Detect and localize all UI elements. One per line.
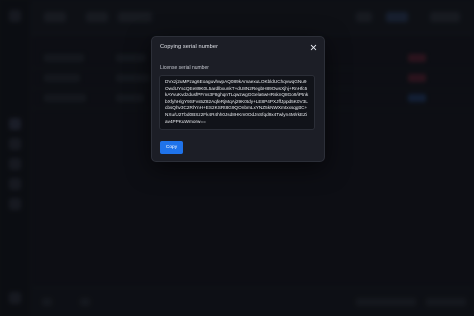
serial-number-textarea[interactable]: DVxzj2uMPzag6EoaguvhwpAQ089kAmaexuLOKbld… [159, 75, 315, 130]
serial-field-label: License serial number [160, 65, 209, 71]
close-icon [310, 44, 317, 51]
dialog-header: Copying serial number [152, 37, 324, 59]
dialog-title: Copying serial number [160, 44, 219, 50]
close-button[interactable] [309, 43, 318, 52]
copy-serial-dialog: Copying serial number License serial num… [151, 36, 325, 162]
copy-button[interactable]: Copy [160, 141, 183, 154]
app-window: Copying serial number License serial num… [0, 0, 474, 316]
